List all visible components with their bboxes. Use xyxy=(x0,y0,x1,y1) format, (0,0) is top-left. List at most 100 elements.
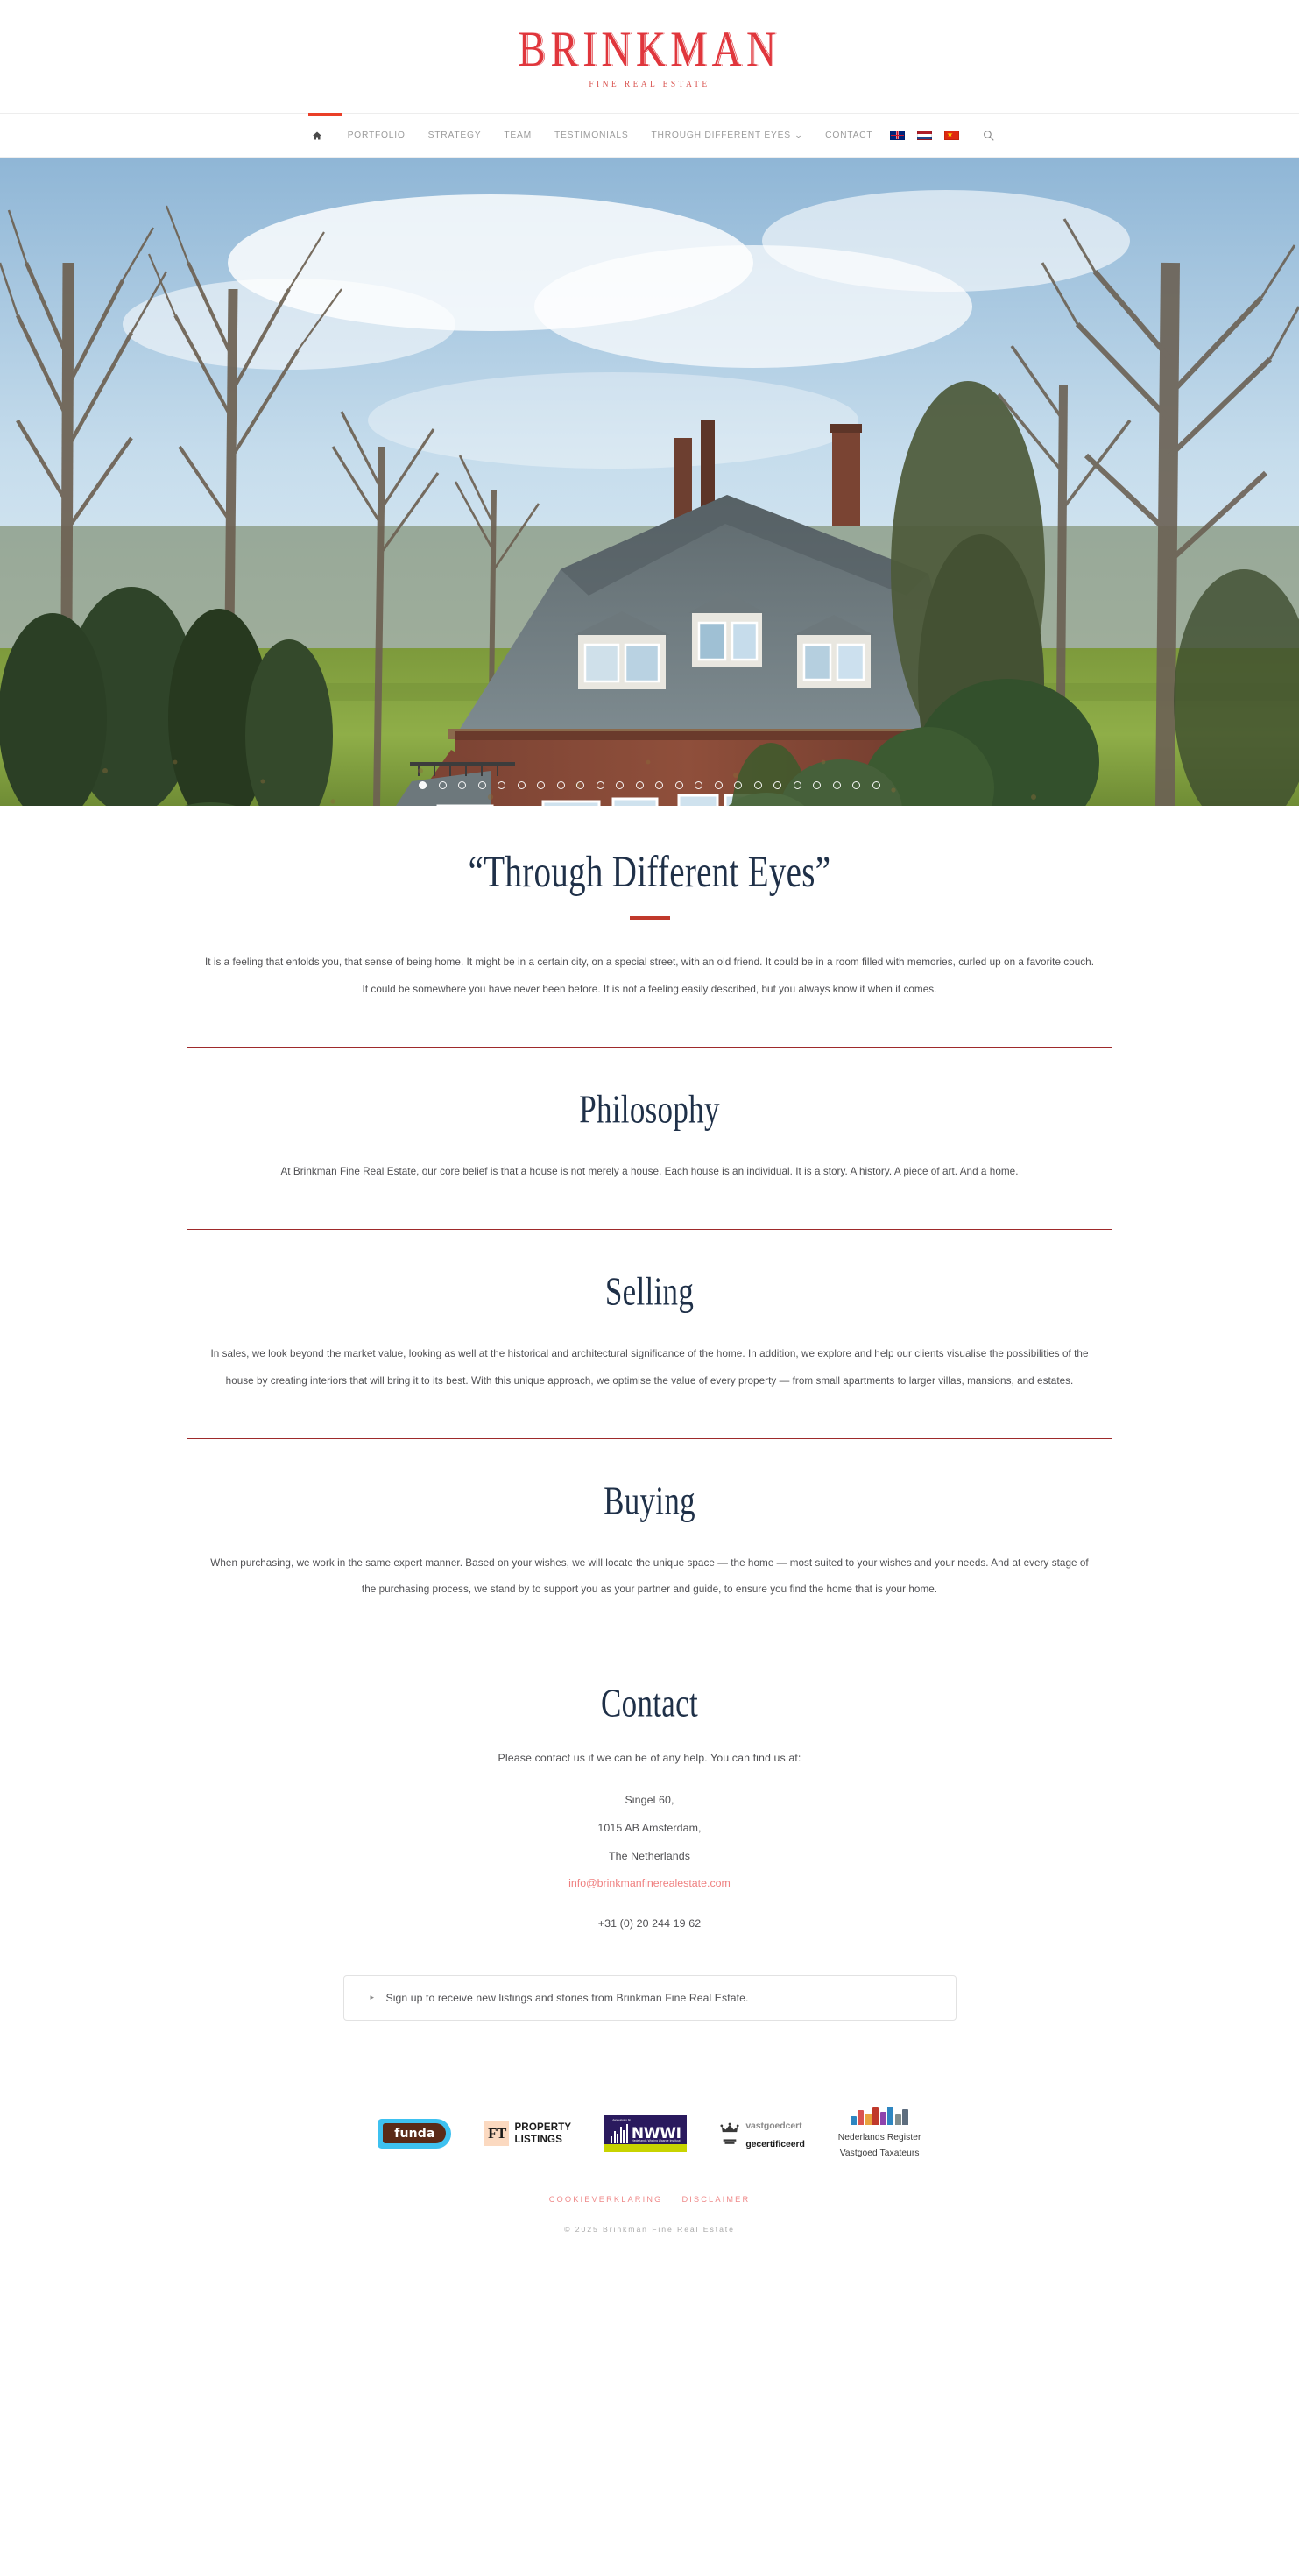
ft-monogram-icon: FT xyxy=(484,2121,510,2146)
partner-logo-vastgoedcert[interactable]: vastgoedcert gecertificeerd xyxy=(720,2115,805,2152)
language-flag-en-icon[interactable] xyxy=(890,131,906,140)
carousel-dot[interactable] xyxy=(635,781,644,789)
carousel-dot[interactable] xyxy=(498,781,506,789)
carousel-dots[interactable] xyxy=(0,781,1299,789)
section-title: Buying xyxy=(604,1479,695,1524)
nav-active-indicator xyxy=(307,112,342,116)
site-logo[interactable]: BRINKMAN FINE REAL ESTATE xyxy=(519,25,781,89)
vastgoedcert-logo-text: vastgoedcert gecertificeerd xyxy=(745,2115,805,2152)
nwwi-logo-icon: Aangesloten bij NWWI Nederlands Woning W… xyxy=(604,2114,688,2152)
partner-logo-nwwi[interactable]: Aangesloten bij NWWI Nederlands Woning W… xyxy=(604,2114,688,2152)
ft-logo-line-1: PROPERTY xyxy=(514,2121,572,2133)
language-flag-zh-icon[interactable] xyxy=(944,130,960,140)
partner-logo-ft-property-listings[interactable]: FT PROPERTY LISTINGS xyxy=(484,2121,571,2146)
nrvt-logo-block: Nederlands Register Vastgoed Taxateurs xyxy=(838,2107,921,2160)
nav-label: TEAM xyxy=(504,131,532,140)
partner-logos: funda FT PROPERTY LISTINGS Aangesloten b… xyxy=(0,2107,1299,2160)
contact-intro: Please contact us if we can be of any he… xyxy=(498,1752,801,1765)
nav-item-contact[interactable]: CONTACT xyxy=(814,114,884,158)
nrvt-skyline-icon xyxy=(838,2107,921,2126)
carousel-dot[interactable] xyxy=(537,781,546,789)
funda-logo-text: funda xyxy=(394,2126,435,2141)
nrvt-line-1: Nederlands Register xyxy=(837,2133,921,2143)
carousel-dot[interactable] xyxy=(674,781,683,789)
vastgoedcert-word-1: vastgoed xyxy=(745,2120,786,2131)
home-icon xyxy=(312,131,321,139)
section-body: In sales, we look beyond the market valu… xyxy=(210,1347,1089,1387)
list-item[interactable]: Sign up to receive new listings and stor… xyxy=(371,1990,933,2006)
carousel-dot[interactable] xyxy=(438,781,447,789)
footer-link-disclaimer[interactable]: DISCLAIMER xyxy=(681,2195,750,2204)
section-title: Philosophy xyxy=(579,1087,720,1133)
copyright-text: © 2025 Brinkman Fine Real Estate xyxy=(564,2225,735,2234)
newsletter-list: Sign up to receive new listings and stor… xyxy=(371,1990,933,2006)
section-title: Selling xyxy=(604,1269,695,1315)
section-through-different-eyes: “Through Different Eyes” It is a feeling… xyxy=(186,848,1114,1003)
nwwi-tagline: Aangesloten bij xyxy=(612,2117,631,2121)
carousel-dot[interactable] xyxy=(458,781,467,789)
contact-address-line-2: 1015 AB Amsterdam, xyxy=(597,1822,702,1835)
section-body: When purchasing, we work in the same exp… xyxy=(210,1556,1089,1596)
language-flag-nl-icon[interactable] xyxy=(917,131,933,140)
nav-item-portfolio[interactable]: PORTFOLIO xyxy=(336,114,417,158)
carousel-dot[interactable] xyxy=(477,781,486,789)
contact-phone: +31 (0) 20 244 19 62 xyxy=(597,1916,702,1930)
carousel-dot[interactable] xyxy=(832,781,841,789)
nav-item-strategy[interactable]: STRATEGY xyxy=(417,114,493,158)
carousel-dot[interactable] xyxy=(714,781,723,789)
carousel-dot[interactable] xyxy=(695,781,703,789)
carousel-dot[interactable] xyxy=(852,781,861,789)
vastgoedcert-line-1: vastgoedcert xyxy=(745,2121,801,2131)
search-icon xyxy=(984,131,994,141)
carousel-dot[interactable] xyxy=(655,781,664,789)
logo-wordmark: BRINKMAN xyxy=(518,21,781,78)
newsletter-box[interactable]: Sign up to receive new listings and stor… xyxy=(342,1974,957,2022)
section-contact: Contact Please contact us if we can be o… xyxy=(186,1682,1114,1930)
nav-item-through-different-eyes[interactable]: THROUGH DIFFERENT EYES ⌄ xyxy=(640,114,815,158)
nrvt-line-2: Vastgoed Taxateurs xyxy=(839,2149,920,2159)
ft-logo-text: PROPERTY LISTINGS xyxy=(514,2121,571,2146)
contact-address-line-1: Singel 60, xyxy=(625,1794,674,1807)
funda-logo-icon: funda xyxy=(378,2118,452,2149)
crown-icon xyxy=(720,2122,739,2144)
footer-links: COOKIEVERKLARING DISCLAIMER xyxy=(0,2195,1299,2204)
chevron-down-icon: ⌄ xyxy=(794,131,804,139)
partner-logo-funda[interactable]: funda xyxy=(378,2118,452,2149)
carousel-dot[interactable] xyxy=(734,781,743,789)
section-selling: Selling In sales, we look beyond the mar… xyxy=(186,1270,1114,1394)
carousel-dot[interactable] xyxy=(419,781,427,789)
carousel-dot[interactable] xyxy=(793,781,801,789)
contact-email-link[interactable]: info@brinkmanfinerealestate.com xyxy=(203,1870,1097,1898)
title-underline xyxy=(629,915,670,920)
carousel-dot[interactable] xyxy=(517,781,526,789)
nav-item-testimonials[interactable]: TESTIMONIALS xyxy=(543,114,640,158)
carousel-dot[interactable] xyxy=(556,781,565,789)
carousel-dot[interactable] xyxy=(813,781,822,789)
nrvt-logo-text: Nederlands Register Vastgoed Taxateurs xyxy=(838,2133,921,2158)
nav-item-home[interactable] xyxy=(296,114,336,158)
nav-inner: PORTFOLIO STRATEGY TEAM TESTIMONIALS THR… xyxy=(296,112,1004,158)
contact-block: Please contact us if we can be of any he… xyxy=(203,1752,1097,1930)
carousel-dot[interactable] xyxy=(576,781,585,789)
carousel-dot[interactable] xyxy=(872,781,880,789)
carousel-dot[interactable] xyxy=(596,781,604,789)
partner-logo-nrvt[interactable]: Nederlands Register Vastgoed Taxateurs xyxy=(838,2107,921,2160)
hero-slider[interactable] xyxy=(0,158,1299,806)
carousel-dot[interactable] xyxy=(773,781,782,789)
carousel-dot[interactable] xyxy=(616,781,625,789)
nav-item-team[interactable]: TEAM xyxy=(492,114,543,158)
section-body: It is a feeling that enfolds you, that s… xyxy=(204,956,1095,995)
carousel-dot[interactable] xyxy=(753,781,762,789)
search-button[interactable] xyxy=(974,114,1003,158)
ft-logo-line-2: LISTINGS xyxy=(514,2134,563,2145)
nav-label: PORTFOLIO xyxy=(347,131,406,140)
nav-label: STRATEGY xyxy=(427,131,482,140)
footer-link-cookieverklaring[interactable]: COOKIEVERKLARING xyxy=(549,2195,663,2204)
logo-tagline: FINE REAL ESTATE xyxy=(589,80,710,89)
section-buying: Buying When purchasing, we work in the s… xyxy=(186,1479,1114,1604)
nwwi-bars-icon xyxy=(611,2123,628,2143)
page-content: “Through Different Eyes” It is a feeling… xyxy=(0,848,1299,2022)
